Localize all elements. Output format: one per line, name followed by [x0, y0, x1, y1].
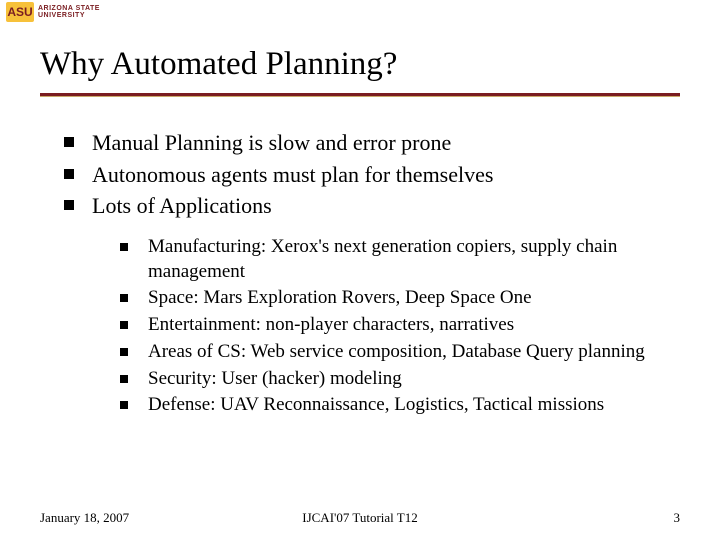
asu-logo: ASU ARIZONA STATE UNIVERSITY [0, 0, 100, 22]
slide-title: Why Automated Planning? [40, 46, 680, 83]
sub-bullet-item: Security: User (hacker) modeling [120, 367, 680, 392]
footer-page-number: 3 [674, 510, 681, 526]
title-underline-shadow [40, 96, 680, 97]
sub-bullet-item: Areas of CS: Web service composition, Da… [120, 340, 680, 365]
bullet-text: Lots of Applications [92, 193, 272, 218]
asu-logo-line1: ARIZONA STATE [38, 5, 100, 12]
bullet-item: Manual Planning is slow and error prone [64, 128, 680, 158]
sub-bullet-item: Manufacturing: Xerox's next generation c… [120, 235, 680, 284]
sub-bullet-list: Manufacturing: Xerox's next generation c… [92, 235, 680, 418]
content-area: Manual Planning is slow and error prone … [64, 128, 680, 420]
title-area: Why Automated Planning? [40, 46, 680, 97]
sub-bullet-item: Defense: UAV Reconnaissance, Logistics, … [120, 393, 680, 418]
asu-logo-line2: UNIVERSITY [38, 12, 100, 19]
asu-logo-mark: ASU [6, 2, 34, 22]
footer: January 18, 2007 IJCAI'07 Tutorial T12 3 [40, 510, 680, 526]
footer-center: IJCAI'07 Tutorial T12 [302, 510, 418, 526]
logo-bar: ASU ARIZONA STATE UNIVERSITY [0, 0, 720, 28]
main-bullet-list: Manual Planning is slow and error prone … [64, 128, 680, 418]
sub-bullet-item: Space: Mars Exploration Rovers, Deep Spa… [120, 286, 680, 311]
bullet-item: Lots of Applications Manufacturing: Xero… [64, 191, 680, 418]
bullet-item: Autonomous agents must plan for themselv… [64, 160, 680, 190]
footer-date: January 18, 2007 [40, 510, 129, 526]
sub-bullet-item: Entertainment: non-player characters, na… [120, 313, 680, 338]
